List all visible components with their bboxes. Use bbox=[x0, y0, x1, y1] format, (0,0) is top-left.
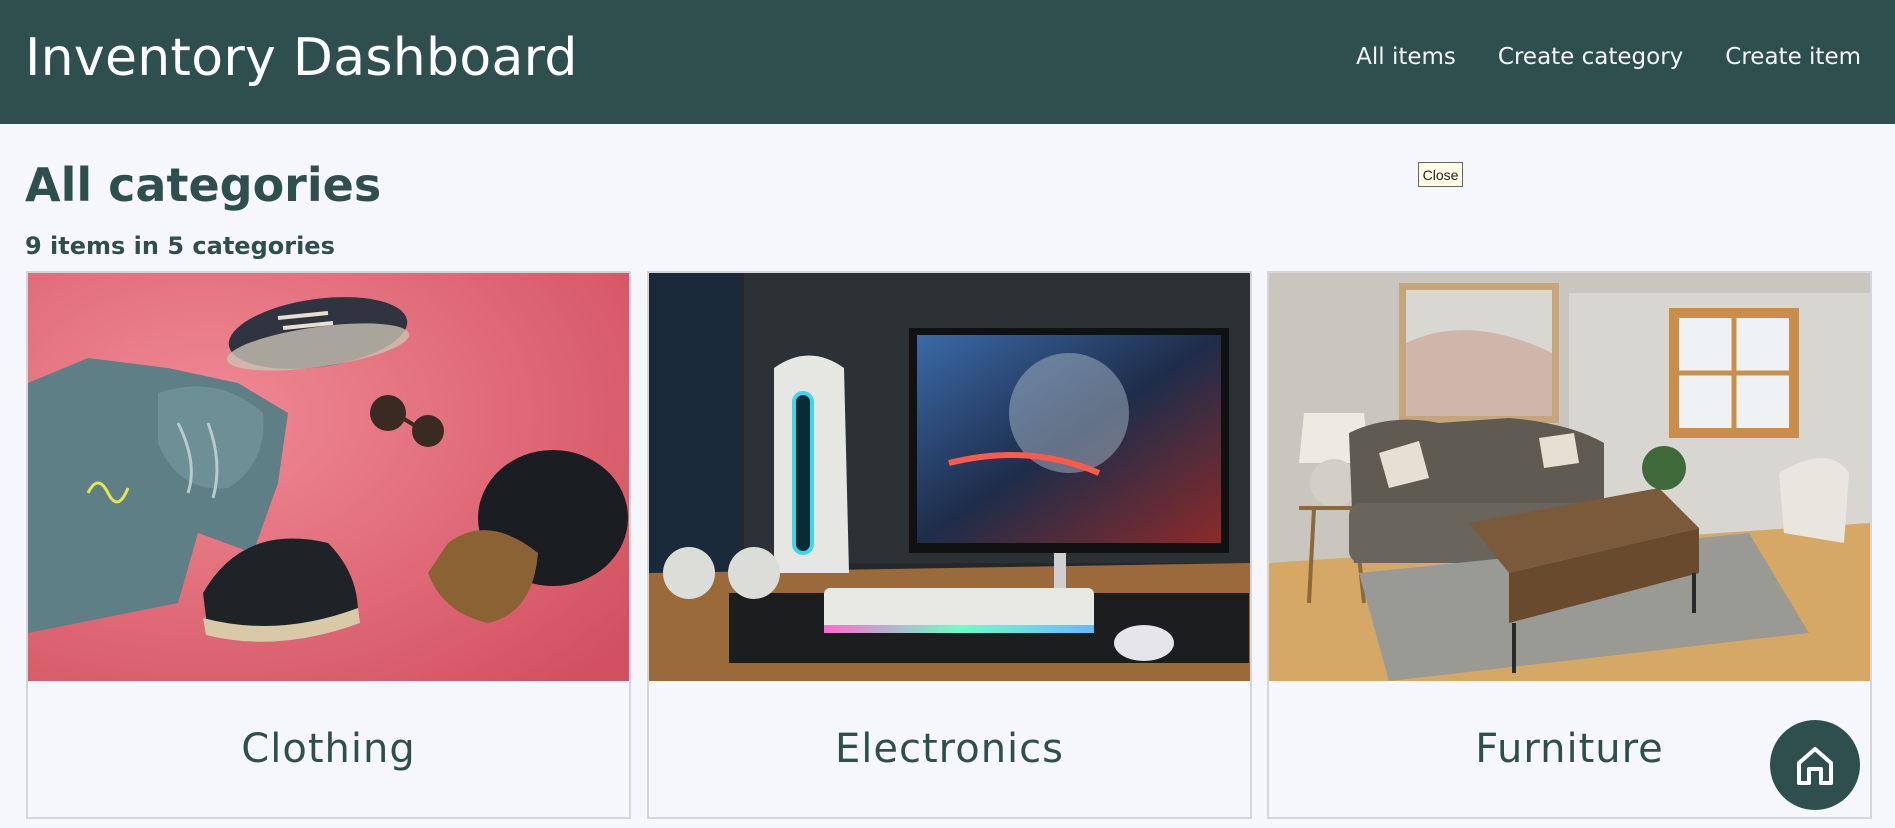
home-icon bbox=[1797, 747, 1833, 785]
nav-create-item[interactable]: Create item bbox=[1725, 44, 1861, 70]
nav-create-category[interactable]: Create category bbox=[1498, 44, 1683, 70]
category-name: Clothing bbox=[241, 726, 416, 772]
top-navbar: Inventory Dashboard All items Create cat… bbox=[0, 0, 1895, 124]
category-card-clothing[interactable]: Clothing bbox=[26, 271, 631, 819]
clothing-photo bbox=[28, 273, 629, 681]
main-nav: All items Create category Create item bbox=[1356, 44, 1861, 70]
category-name: Electronics bbox=[834, 726, 1064, 772]
home-button[interactable] bbox=[1770, 720, 1860, 810]
nav-all-items[interactable]: All items bbox=[1356, 44, 1456, 70]
items-summary: 9 items in 5 categories bbox=[25, 232, 335, 260]
category-card-electronics[interactable]: Electronics bbox=[647, 271, 1252, 819]
electronics-photo bbox=[649, 273, 1250, 681]
page-title: All categories bbox=[25, 158, 382, 212]
close-button[interactable]: Close bbox=[1418, 162, 1463, 187]
furniture-photo bbox=[1269, 273, 1870, 681]
app-title[interactable]: Inventory Dashboard bbox=[25, 28, 578, 88]
